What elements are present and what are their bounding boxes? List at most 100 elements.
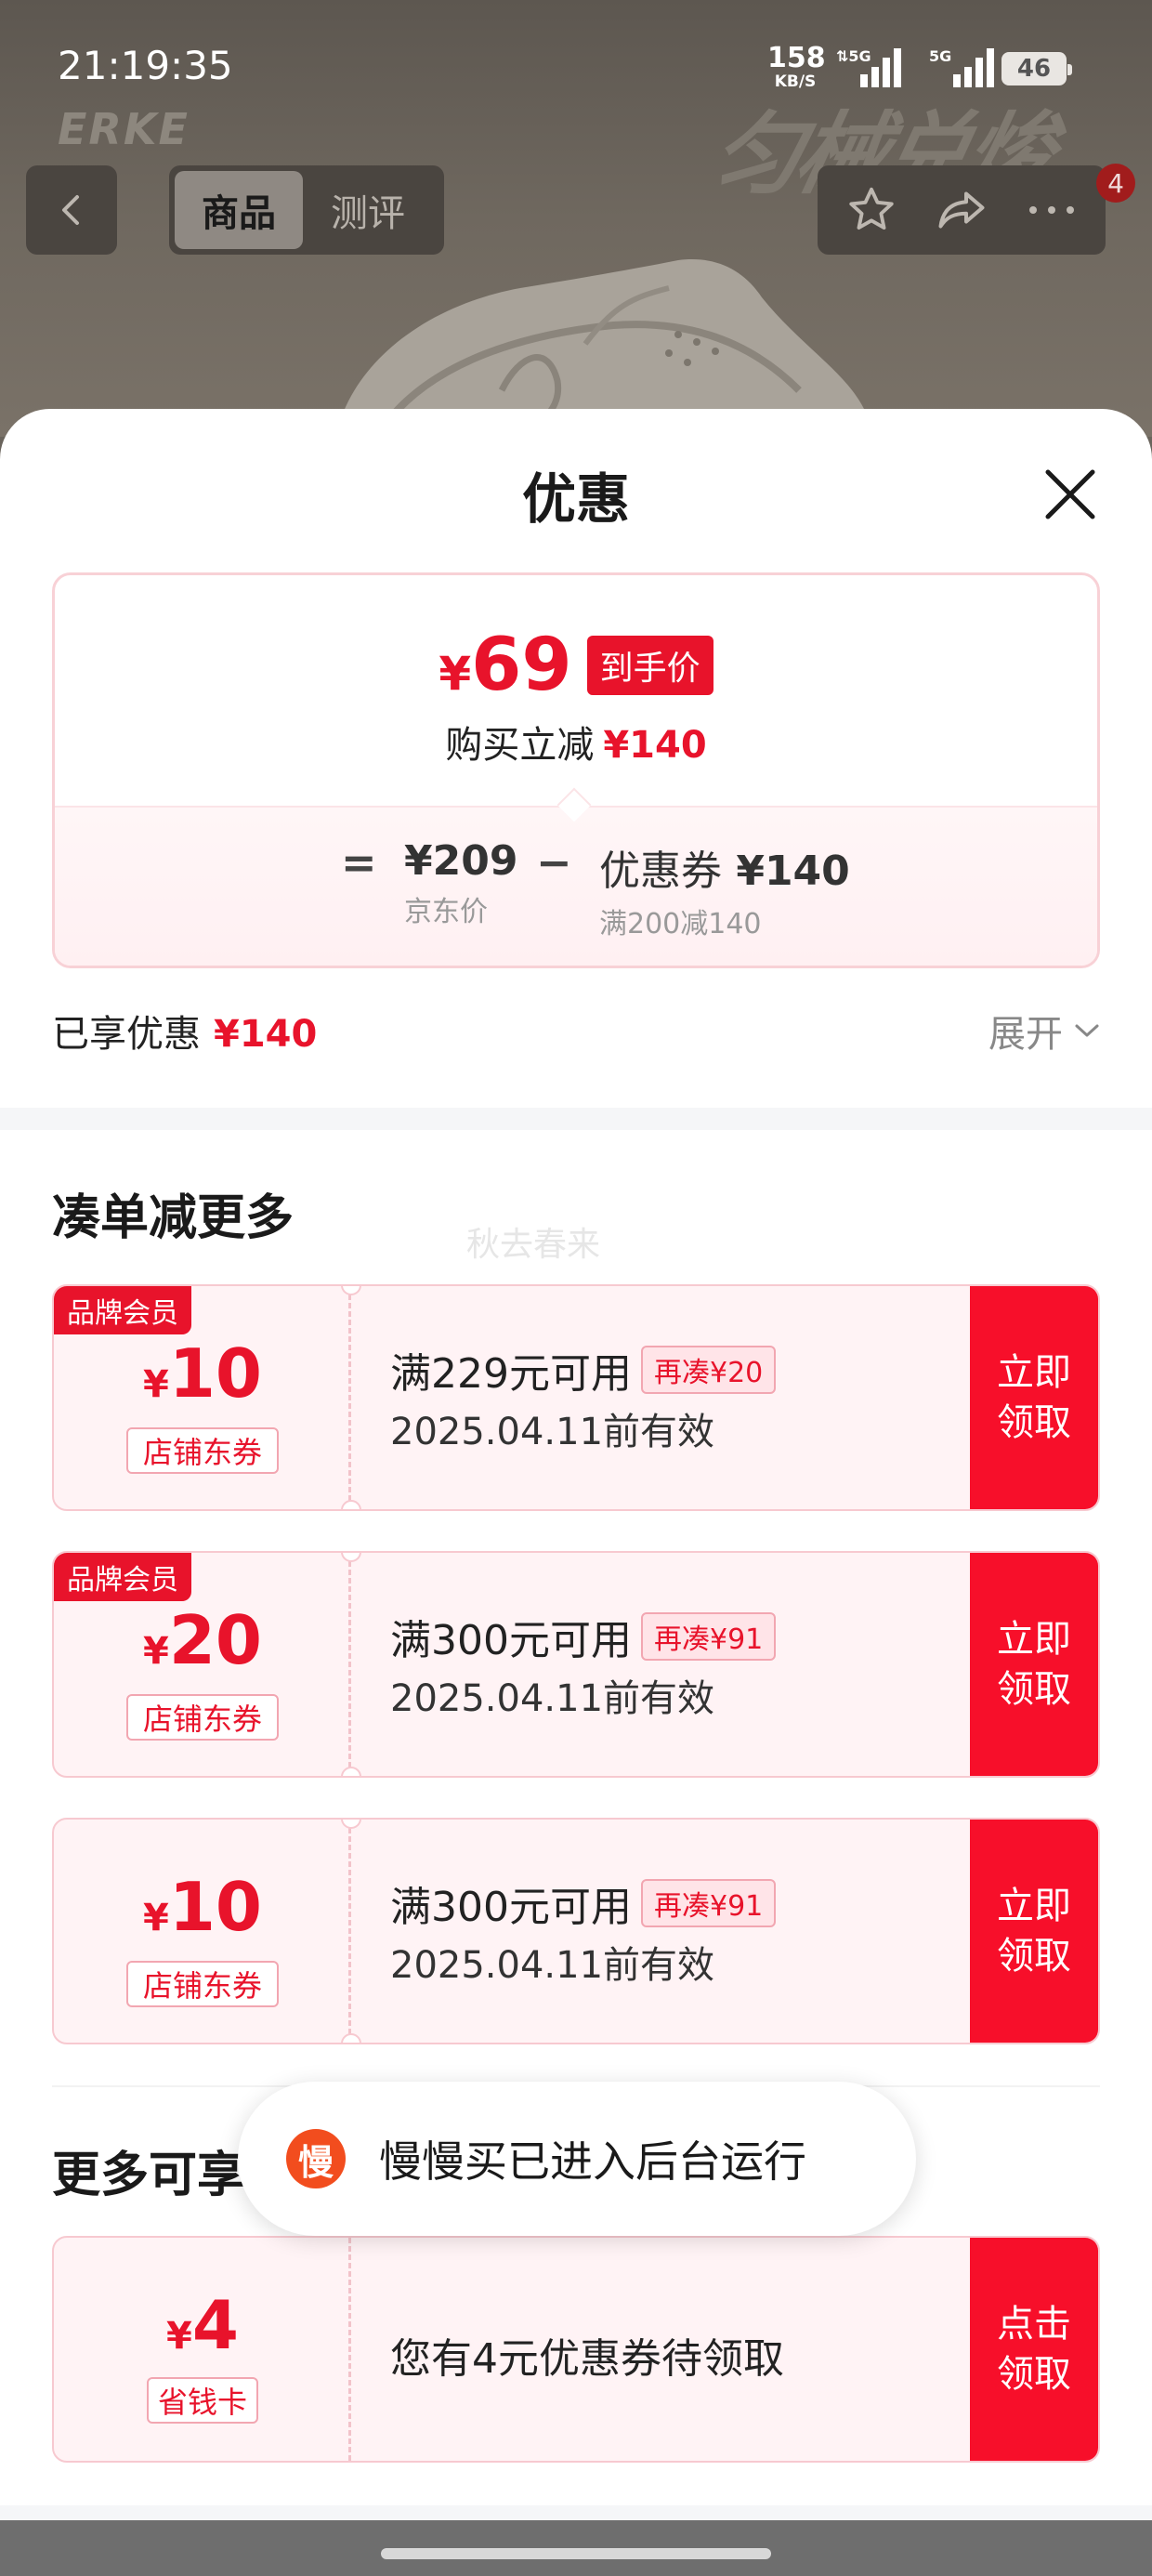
coupon-amount: ¥20 [54, 1601, 351, 1679]
coupon-validity: 2025.04.11前有效 [390, 1944, 715, 1987]
price-breakdown-card: ¥ 69 到手价 购买立减 ¥140 = ¥209 京东价 − 优惠券 ¥140 … [52, 572, 1100, 968]
coupon-card: 品牌会员 ¥20 店铺东券 满300元可用 再凑¥91 2025.04.11前有效… [52, 1551, 1100, 1778]
final-price: ¥ 69 [439, 629, 571, 702]
saver-amount: ¥4 [54, 2286, 351, 2364]
coupon-value: 10 [168, 1868, 263, 1946]
tab-product[interactable]: 商品 [175, 171, 303, 249]
price-formula: = ¥209 京东价 − 优惠券 ¥140 满200减140 [55, 837, 1097, 949]
saver-value: 4 [191, 2286, 239, 2364]
network-speed-unit: KB/S [774, 72, 817, 91]
coupon-card: ¥10 店铺东券 满300元可用 再凑¥91 2025.04.11前有效 立即 领… [52, 1818, 1100, 2044]
coupon-condition-row: 满300元可用 再凑¥91 [390, 1607, 777, 1666]
page-tabs: 商品 测评 [169, 165, 444, 255]
coupon-card: 品牌会员 ¥10 店铺东券 满229元可用 再凑¥20 2025.04.11前有效… [52, 1284, 1100, 1511]
coupon-kind: 店铺东券 [126, 1694, 279, 1741]
coupon-condition: 满229元可用 [390, 1350, 632, 1398]
bottom-band [0, 2505, 1152, 2520]
status-time: 21:19:35 [58, 43, 233, 88]
saver-currency: ¥ [166, 2315, 192, 2358]
coupon-condition: 满300元可用 [390, 1884, 632, 1931]
product-shoe-image [335, 259, 869, 437]
member-tag: 品牌会员 [54, 1553, 191, 1601]
toast-message: 慢慢买已进入后台运行 [379, 2136, 806, 2187]
add-more-tag: 再凑¥91 [640, 1612, 777, 1661]
coupon-rule: 满200减140 [599, 908, 762, 940]
coupon-kind: 店铺东券 [126, 1961, 279, 2007]
coupon-cutout [341, 1767, 361, 1776]
coupon-value: 10 [168, 1334, 263, 1413]
chevron-left-icon [62, 195, 79, 225]
coupon-currency: ¥ [142, 1363, 169, 1406]
equals-sign: = [341, 837, 377, 887]
instant-save-row: 购买立减 ¥140 [55, 715, 1097, 769]
more-section-title: 更多可享 [52, 2148, 246, 2203]
coupon-line: 优惠券 ¥140 [599, 837, 850, 897]
claim-coupon-button[interactable]: 立即 领取 [970, 1553, 1098, 1776]
back-button[interactable] [26, 165, 117, 255]
saver-card-coupon: ¥4 省钱卡 您有4元优惠券待领取 点击 领取 [52, 2236, 1100, 2463]
coupon-currency: ¥ [142, 1630, 169, 1673]
enjoyed-label: 已享优惠 [52, 1013, 201, 1056]
close-icon [1045, 469, 1095, 519]
claim-coupon-button[interactable]: 立即 领取 [970, 1820, 1098, 2043]
coupon-amount: ¥10 [54, 1868, 351, 1946]
coupon-value: 20 [168, 1601, 263, 1679]
tab-review[interactable]: 测评 [303, 171, 433, 249]
app-icon: 慢 [286, 2129, 346, 2188]
star-icon [849, 187, 895, 230]
network-speed-value: 158 [767, 42, 826, 74]
svg-text:⇅5G: ⇅5G [836, 47, 871, 65]
final-price-currency: ¥ [439, 647, 472, 701]
saver-kind: 省钱卡 [147, 2377, 258, 2424]
coupon-cutout [341, 1500, 361, 1509]
coupon-validity: 2025.04.11前有效 [390, 1677, 715, 1720]
combine-section-title: 凑单减更多 [52, 1190, 295, 1246]
jd-price: ¥209 [404, 837, 518, 885]
coupon-condition: 满300元可用 [390, 1617, 632, 1664]
signal-5g-icon: ⇅5G [836, 47, 901, 87]
coupon-amount: ¥140 [736, 848, 850, 895]
svg-text:5G: 5G [929, 47, 951, 65]
claim-coupon-button[interactable]: 立即 领取 [970, 1286, 1098, 1509]
coupon-label: 优惠券 [599, 848, 722, 895]
add-more-tag: 再凑¥91 [640, 1879, 777, 1927]
sheet-title: 优惠 [521, 467, 630, 531]
enjoyed-amount: ¥140 [214, 1013, 318, 1056]
coupon-condition-row: 满300元可用 再凑¥91 [390, 1873, 777, 1933]
coupon-item: 优惠券 ¥140 满200减140 [599, 837, 850, 941]
claim-saver-button[interactable]: 点击 领取 [970, 2238, 1098, 2461]
expand-label: 展开 [988, 1013, 1063, 1056]
battery-icon: 46 [1001, 52, 1072, 85]
home-indicator[interactable] [381, 2548, 771, 2559]
signal-5g-icon-2: 5G [929, 47, 994, 87]
coupon-condition-row: 满229元可用 再凑¥20 [390, 1340, 777, 1400]
chevron-down-icon [1075, 1024, 1099, 1037]
coupon-currency: ¥ [142, 1897, 169, 1939]
member-tag: 品牌会员 [54, 1286, 191, 1334]
share-icon [938, 191, 985, 229]
final-price-tag: 到手价 [586, 636, 713, 695]
section-divider [0, 1108, 1152, 1130]
instant-save-amount: ¥140 [603, 724, 707, 767]
coupon-validity: 2025.04.11前有效 [390, 1411, 715, 1453]
final-price-row: ¥ 69 到手价 [55, 629, 1097, 702]
background-run-toast: 慢 慢慢买已进入后台运行 [238, 2082, 916, 2236]
add-more-tag: 再凑¥20 [640, 1346, 777, 1394]
notification-badge: 4 [1096, 164, 1135, 203]
close-button[interactable] [1031, 455, 1109, 533]
saver-text: 您有4元优惠券待领取 [390, 2335, 784, 2383]
more-button[interactable] [1015, 173, 1089, 247]
coupon-kind: 店铺东券 [126, 1427, 279, 1474]
share-button[interactable] [924, 173, 999, 247]
user-watermark: 秋去春来 [466, 1226, 601, 1264]
minus-sign: − [536, 837, 572, 887]
top-actions [818, 165, 1106, 255]
status-bar: 21:19:35 158 KB/S ⇅5G 5G 46 [0, 0, 1152, 139]
jd-price-item: ¥209 京东价 [404, 837, 517, 929]
expand-button[interactable]: 展开 [988, 1004, 1100, 1058]
jd-price-label: 京东价 [404, 896, 488, 928]
favorite-button[interactable] [834, 173, 909, 247]
instant-save-label: 购买立减 [445, 724, 595, 767]
more-dots-icon [1028, 206, 1074, 214]
network-speed: 158 KB/S [767, 42, 826, 91]
